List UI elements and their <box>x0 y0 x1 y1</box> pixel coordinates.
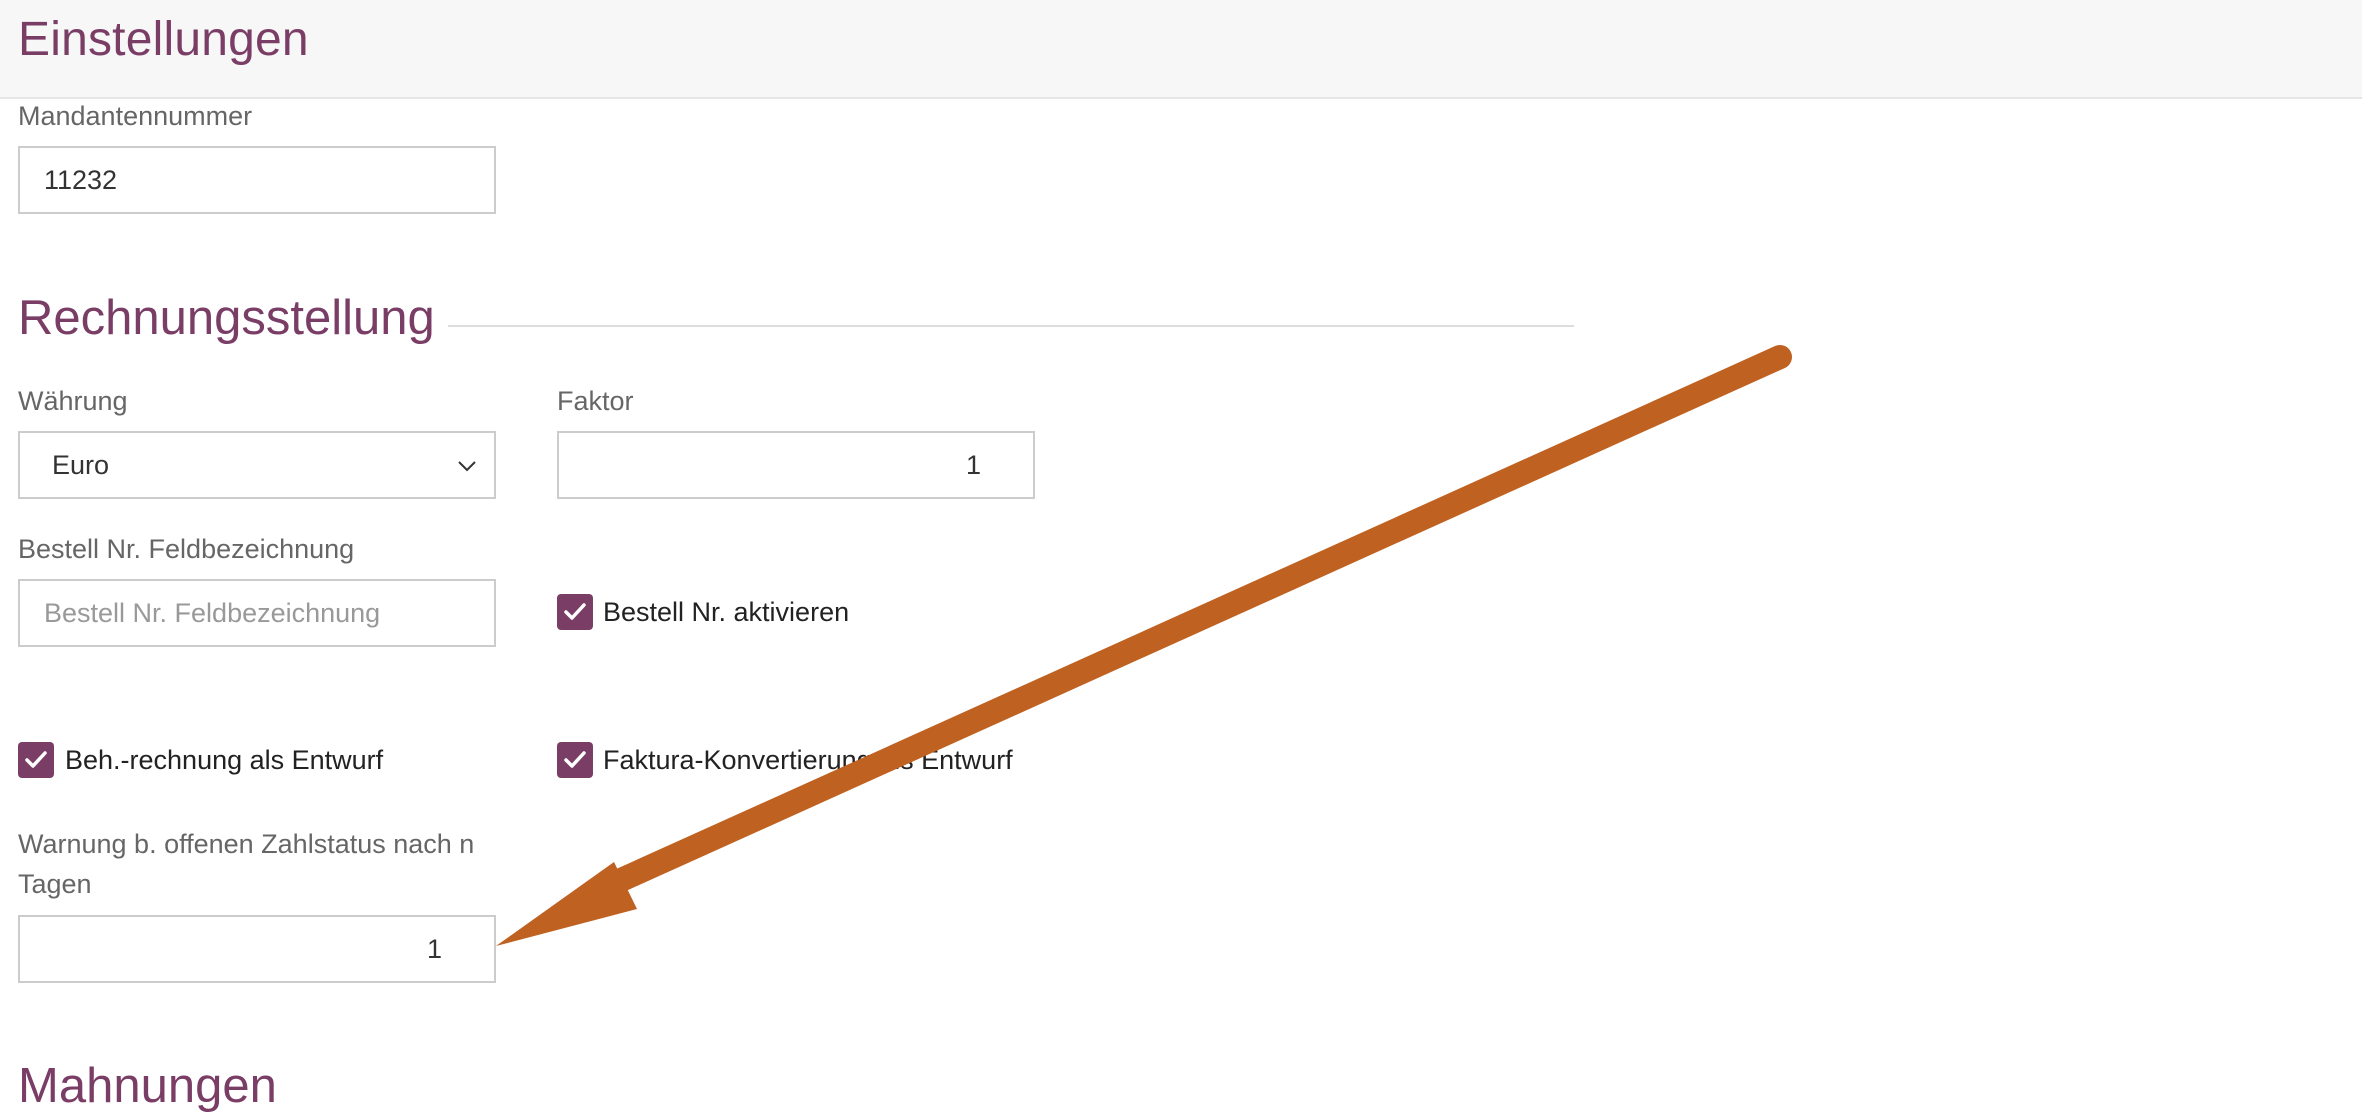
currency-select-value: Euro <box>52 450 110 480</box>
factor-label: Faktor <box>557 386 634 416</box>
currency-select[interactable]: Euro <box>18 431 496 499</box>
client-number-label: Mandantennummer <box>18 101 253 131</box>
currency-label: Währung <box>18 386 128 416</box>
factor-input[interactable]: 1 <box>557 431 1035 499</box>
warning-days-label-line1: Warnung b. offenen Zahlstatus nach n <box>18 829 475 859</box>
client-number-input[interactable]: 11232 <box>18 146 496 214</box>
warning-days-label-line2: Tagen <box>18 869 92 899</box>
section-title-billing: Rechnungsstellung <box>18 291 435 345</box>
order-number-enable-checkbox[interactable] <box>557 594 593 630</box>
order-number-label-label: Bestell Nr. Feldbezeichnung <box>18 534 355 564</box>
checkmark-icon <box>564 603 586 620</box>
treatment-draft-label: Beh.-rechnung als Entwurf <box>65 745 384 775</box>
order-number-enable-label: Bestell Nr. aktivieren <box>603 597 850 627</box>
section-title-reminders: Mahnungen <box>18 1059 277 1113</box>
invoice-conversion-draft-checkbox[interactable] <box>557 742 593 778</box>
invoice-conversion-draft-label: Faktura-Konvertierung als Entwurf <box>603 745 1013 775</box>
checkmark-icon <box>564 751 586 768</box>
checkmark-icon <box>25 751 47 768</box>
page-title: Einstellungen <box>18 13 309 66</box>
header-bar: Einstellungen <box>0 0 2362 99</box>
chevron-down-icon <box>458 461 476 472</box>
annotation-arrow-head <box>496 862 637 946</box>
order-number-label-input[interactable]: Bestell Nr. Feldbezeichnung <box>18 579 496 647</box>
section-divider <box>448 325 1574 327</box>
treatment-draft-checkbox[interactable] <box>18 742 54 778</box>
warning-days-input[interactable]: 1 <box>18 915 496 983</box>
